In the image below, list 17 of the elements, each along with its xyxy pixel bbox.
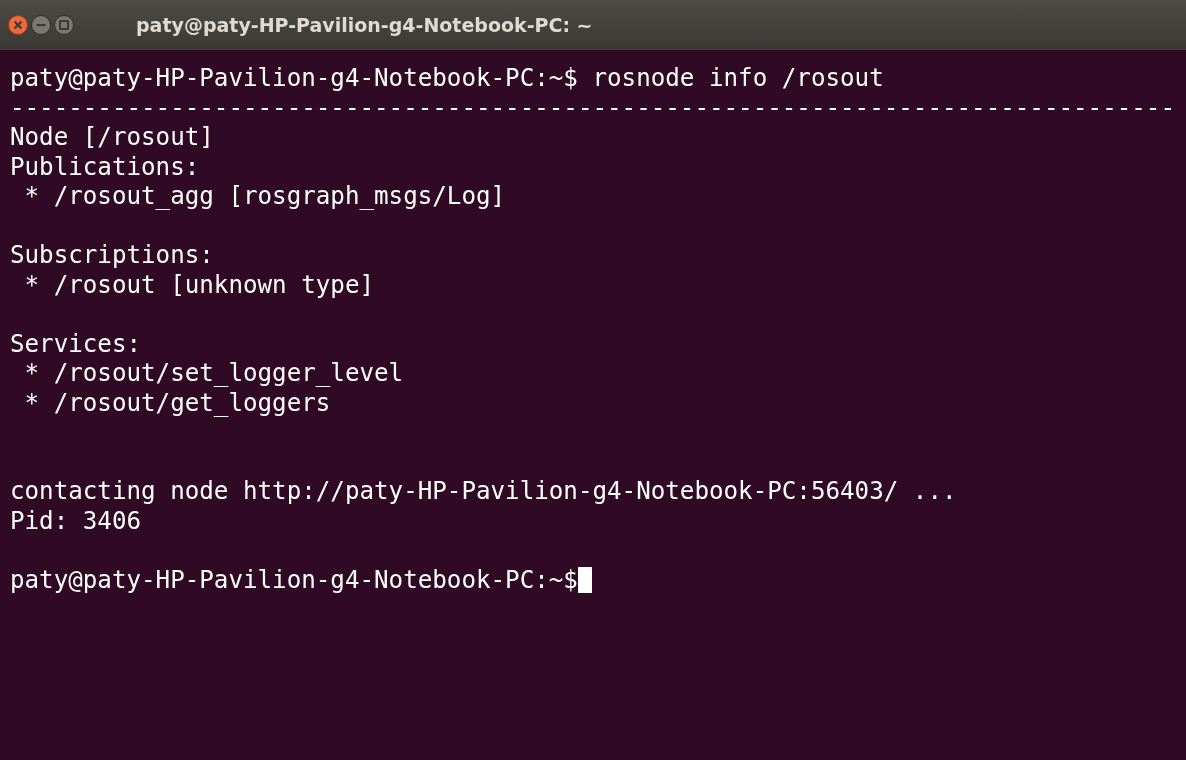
terminal-line: Services: [10, 329, 142, 359]
terminal-line: Publications: [10, 152, 200, 182]
terminal-line: * /rosout [unknown type] [23, 270, 375, 300]
terminal-line: Subscriptions: [10, 241, 214, 271]
terminal-line: paty@paty-HP-Pavilion-g4-Notebook-PC:~$ rosnode info /rosout [10, 64, 884, 94]
window-title: paty@paty-HP-Pavilion-g4-Notebook-PC: ~ [136, 14, 593, 36]
terminal-line: contacting node http://paty-HP-Pavilion-g4-Notebook-PC:56403/ ... [10, 477, 957, 507]
terminal-line: Pid: 3406 [10, 506, 142, 536]
maximize-icon[interactable] [54, 15, 74, 35]
terminal-prompt: paty@paty-HP-Pavilion-g4-Notebook-PC:~$ [10, 565, 578, 595]
close-icon[interactable] [8, 15, 28, 35]
terminal-line: * /rosout/get_loggers [23, 388, 331, 418]
terminal-line: * /rosout/set_logger_level [23, 359, 404, 389]
terminal-line: Node [/rosout] [10, 123, 214, 153]
terminal-line: -------------------------------------------------------------------------------- [10, 93, 1175, 123]
terminal-line: * /rosout_agg [rosgraph_msgs/Log] [23, 182, 506, 212]
minimize-icon[interactable] [31, 15, 51, 35]
